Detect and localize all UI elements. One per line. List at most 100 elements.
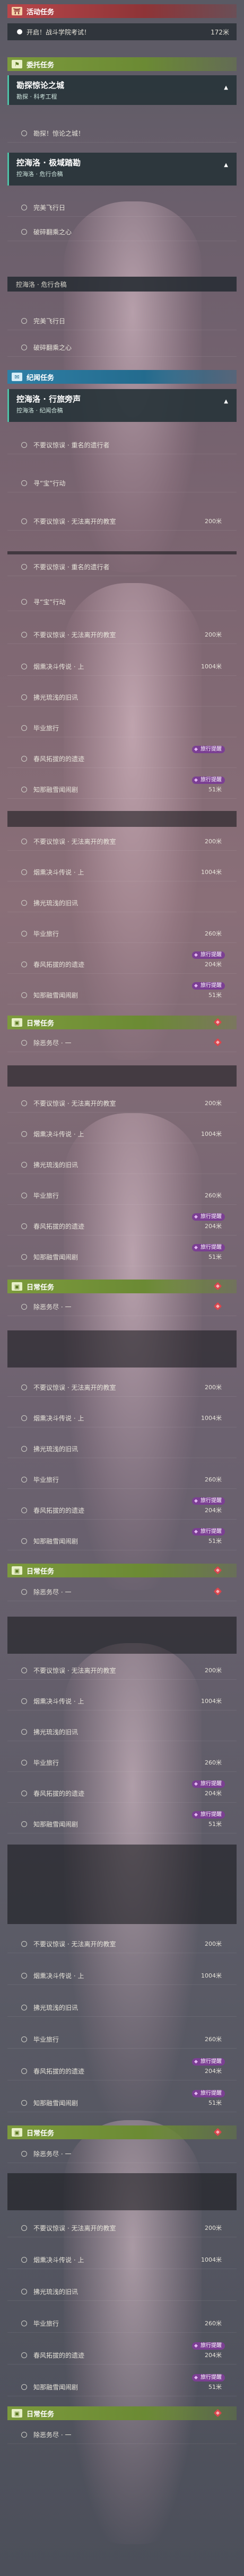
activity-header-title: 活动任务 <box>27 8 55 16</box>
journey-icon: ✉ <box>12 373 22 381</box>
quest-title: 控海洛 · 行旅旁声 <box>16 394 81 404</box>
daily-header[interactable]: ▣ 日常任务 <box>7 1564 237 1577</box>
list-item[interactable]: 拂光琉浅的旧讯 <box>7 2282 237 2301</box>
list-item[interactable]: 寻“宝”行动 <box>7 593 237 611</box>
quest-step[interactable]: 完美飞行日 <box>7 198 237 217</box>
daily-header[interactable]: ▣ 日常任务 <box>7 1280 237 1293</box>
list-item[interactable]: 拂光琉浅的旧讯 <box>7 894 237 912</box>
list-item[interactable]: 毕业旅行 260米 <box>7 1470 237 1489</box>
list-item[interactable]: 毕业旅行 260米 <box>7 924 237 943</box>
list-item[interactable]: 烟熏决斗传说 · 上 1004米 <box>7 657 237 676</box>
list-item[interactable]: 烟熏决斗传说 · 上 1004米 <box>7 1966 237 1985</box>
list-item[interactable]: 烟熏决斗传说 · 上 1004米 <box>7 2251 237 2269</box>
activity-header[interactable]: ⛩ 活动任务 <box>7 4 237 18</box>
quest-group-title: 控海洛 · 危行合稿 <box>16 280 67 288</box>
list-item[interactable]: 春风拓拔的的遗迹 204米 旅行提醒 <box>7 951 237 974</box>
list-item[interactable]: 知那融雪闻闹剧 51米 旅行提醒 <box>7 777 237 799</box>
list-item[interactable]: 不要议惊误 · 无法离开的教室 200米 <box>7 1094 237 1113</box>
list-item[interactable]: 毕业旅行 260米 <box>7 2030 237 2049</box>
quest-step[interactable]: 破碎翻乘之心 <box>7 223 237 241</box>
quest-card-2[interactable]: 控海洛 · 极域踏勘 控海洛 · 危行合稿 ▲ <box>7 153 237 186</box>
list-item[interactable]: 知那融雪闻闹剧 51米 旅行提醒 <box>7 2090 237 2112</box>
quest-step[interactable]: 勘探！惊论之城！ <box>7 124 237 143</box>
daily-header[interactable]: ▣ 日常任务 <box>7 1016 237 1029</box>
list-item[interactable]: 毕业旅行 260米 <box>7 1186 237 1205</box>
step-circle-icon <box>21 1667 27 1673</box>
list-item[interactable]: 知那融雪闻闹剧 51米 旅行提醒 <box>7 1244 237 1266</box>
list-item[interactable]: 不要议惊误 · 无法离开的教室 200米 <box>7 625 237 644</box>
list-item[interactable]: 不要议惊误 · 无法离开的教室 200米 <box>7 1935 237 1953</box>
list-item[interactable]: 春风拓拔的的遗迹 204米 旅行提醒 <box>7 1497 237 1520</box>
list-item[interactable]: 烟熏决斗传说 · 上 1004米 <box>7 863 237 881</box>
daily-item[interactable]: 除恶务尽 · 一 <box>7 1034 237 1052</box>
list-item[interactable]: 知那融雪闻闹剧 51米 旅行提醒 <box>7 1528 237 1550</box>
daily-item[interactable]: 除恶务尽 · 一 <box>7 2145 237 2163</box>
list-item[interactable]: 知那融雪闻闹剧 51米 旅行提醒 <box>7 2374 237 2396</box>
list-item[interactable]: 不要议惊误 · 无法离开的教室 200米 <box>7 1378 237 1397</box>
daily-header[interactable]: ▣ 日常任务 <box>7 2406 237 2420</box>
list-item[interactable]: 毕业旅行 <box>7 719 237 737</box>
list-item[interactable]: 拂光琉浅的旧讯 <box>7 1998 237 2017</box>
list-item[interactable]: 烟熏决斗传说 · 上 1004米 <box>7 1125 237 1143</box>
list-item[interactable]: 知那融雪闻闹剧 51米 旅行提醒 <box>7 1811 237 1833</box>
list-item[interactable]: 不要议惊误 · 无法离开的教室 200米 <box>7 512 237 531</box>
collapse-icon[interactable]: ▲ <box>224 399 228 404</box>
list-item[interactable]: 拂光琉浅的旧讯 <box>7 1155 237 1174</box>
step-circle-icon <box>21 1476 27 1483</box>
quest-card-1[interactable]: 勘探惊论之城 勘探 · 科考工程 ▲ <box>7 75 237 105</box>
item-label: 不要议惊误 · 无法离开的教室 <box>33 1383 116 1391</box>
item-label: 春风拓拔的的遗迹 <box>33 2351 85 2359</box>
item-distance: 51米 <box>208 786 222 793</box>
item-label: 不要议惊误 · 无法离开的教室 <box>33 837 116 845</box>
daily-item[interactable]: 除恶务尽 · 一 <box>7 1583 237 1601</box>
list-item[interactable]: 春风拓拔的的遗迹 204米 旅行提醒 <box>7 2058 237 2080</box>
quest-group-header[interactable]: 控海洛 · 危行合稿 <box>7 277 237 292</box>
list-item[interactable]: 烟熏决斗传说 · 上 1004米 <box>7 1409 237 1427</box>
collapse-icon[interactable]: ▲ <box>224 162 228 168</box>
item-label: 寻“宝”行动 <box>33 598 66 606</box>
item-label: 知那融雪闻闹剧 <box>33 991 79 999</box>
item-label: 除恶务尽 · 一 <box>33 1303 72 1311</box>
item-label: 烟熏决斗传说 · 上 <box>33 1130 84 1138</box>
item-distance: 1004米 <box>201 1972 222 1979</box>
list-item[interactable]: 寻“宝”行动 <box>7 474 237 492</box>
step-circle-icon <box>21 2431 27 2438</box>
quest-card-3[interactable]: 控海洛 · 行旅旁声 控海洛 · 纪闻合稿 ▲ <box>7 389 237 422</box>
activity-quest-item[interactable]: 开启！战斗学院考试！ 172米 <box>7 23 237 40</box>
list-item[interactable]: 不要议惊误 · 重名的遗行者 <box>7 436 237 454</box>
list-item[interactable]: 春风拓拔的的遗迹 204米 旅行提醒 <box>7 1213 237 1236</box>
step-circle-icon <box>21 1507 27 1513</box>
divider <box>7 1330 237 1368</box>
list-item[interactable]: 知那融雪闻闹剧 51米 旅行提醒 <box>7 982 237 1004</box>
item-distance: 204米 <box>205 1507 222 1514</box>
list-item[interactable]: 毕业旅行 260米 <box>7 1753 237 1772</box>
item-distance: 204米 <box>205 961 222 968</box>
list-item[interactable]: 春风拓拔的的遗迹 旅行提醒 <box>7 746 237 768</box>
list-item[interactable]: 不要议惊误 · 无法离开的教室 200米 <box>7 2219 237 2237</box>
list-item[interactable]: 不要议惊误 · 重名的遗行者 <box>7 558 237 576</box>
list-item[interactable]: 拂光琉浅的旧讯 <box>7 1723 237 1741</box>
event-header[interactable]: ⚑ 委托任务 <box>7 57 237 71</box>
collapse-icon[interactable]: ▲ <box>224 85 228 91</box>
list-item[interactable]: 拂光琉浅的旧讯 <box>7 688 237 707</box>
item-label: 烟熏决斗传说 · 上 <box>33 663 84 671</box>
quest-step[interactable]: 完美飞行日 <box>7 312 237 330</box>
quest-step[interactable]: 破碎翻乘之心 <box>7 338 237 357</box>
list-item[interactable]: 不要议惊误 · 无法离开的教室 200米 <box>7 1661 237 1680</box>
step-circle-icon <box>21 755 27 762</box>
list-item[interactable]: 春风拓拔的的遗迹 204米 旅行提醒 <box>7 2342 237 2365</box>
journey-header[interactable]: ✉ 纪闻任务 <box>7 370 237 384</box>
list-item[interactable]: 烟熏决斗传说 · 上 1004米 <box>7 1692 237 1710</box>
item-label: 知那融雪闻闹剧 <box>33 1537 79 1545</box>
list-item[interactable]: 毕业旅行 260米 <box>7 2314 237 2333</box>
daily-header[interactable]: ▣ 日常任务 <box>7 2125 237 2139</box>
item-label: 不要议惊误 · 无法离开的教室 <box>33 1099 116 1107</box>
daily-item[interactable]: 除恶务尽 · 一 <box>7 2425 237 2444</box>
item-label: 春风拓拔的的遗迹 <box>33 1506 85 1514</box>
list-item[interactable]: 不要议惊误 · 无法离开的教室 200米 <box>7 832 237 851</box>
list-item[interactable]: 拂光琉浅的旧讯 <box>7 1440 237 1458</box>
item-distance: 200米 <box>205 631 222 638</box>
list-item[interactable]: 春风拓拔的的遗迹 204米 旅行提醒 <box>7 1780 237 1803</box>
item-distance: 260米 <box>205 2320 222 2327</box>
daily-item[interactable]: 除恶务尽 · 一 <box>7 1298 237 1316</box>
